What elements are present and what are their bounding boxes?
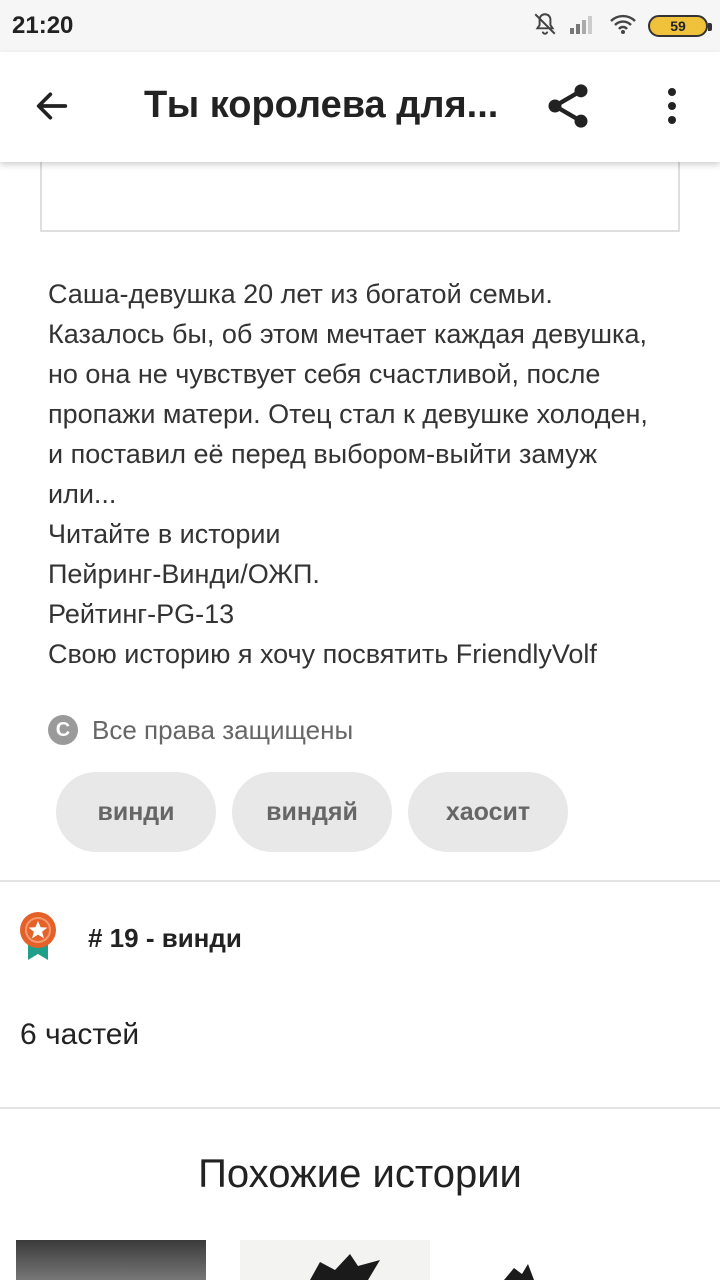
battery-icon: 59: [648, 15, 712, 37]
tag-list: винди виндяй хаосит: [56, 772, 568, 852]
tag-chip[interactable]: винди: [56, 772, 216, 852]
app-bar: Ты королева для...: [0, 52, 720, 162]
back-arrow-icon: [32, 86, 72, 131]
similar-story-cover[interactable]: [464, 1240, 654, 1280]
ranking-row[interactable]: # 19 - винди: [18, 910, 242, 967]
description-line: Читайте в истории: [48, 519, 281, 549]
description-line: или...: [48, 479, 117, 509]
copyright-icon: C: [48, 715, 78, 745]
story-description: Саша-девушка 20 лет из богатой семьи. Ка…: [48, 274, 688, 674]
page-title: Ты королева для...: [144, 84, 499, 126]
similar-stories-title: Похожие истории: [198, 1152, 522, 1196]
description-line: Саша-девушка 20 лет из богатой семьи.: [48, 279, 553, 309]
status-icons: 59: [532, 11, 712, 42]
cover-frame: [40, 150, 680, 232]
description-line: пропажи матери. Отец стал к девушке холо…: [48, 399, 648, 429]
copyright-notice: C Все права защищены: [48, 712, 353, 748]
share-icon: [542, 80, 594, 137]
similar-story-cover[interactable]: [240, 1240, 430, 1280]
divider: [0, 1107, 720, 1109]
description-line: Свою историю я хочу посвятить FriendlyVo…: [48, 639, 597, 669]
battery-level: 59: [670, 18, 686, 34]
signal-icon: [568, 12, 598, 41]
rank-medal-icon: [18, 910, 58, 967]
more-options-button[interactable]: [646, 78, 698, 138]
parts-count[interactable]: 6 частей: [20, 1018, 139, 1052]
description-line: Казалось бы, об этом мечтает каждая деву…: [48, 319, 647, 349]
status-time: 21:20: [12, 12, 74, 39]
mute-bell-icon: [532, 11, 558, 42]
description-line: но она не чувствует себя счастливой, пос…: [48, 359, 601, 389]
tag-chip[interactable]: хаосит: [408, 772, 568, 852]
rank-label: # 19 - винди: [88, 923, 242, 953]
wifi-icon: [608, 12, 638, 41]
copyright-label: Все права защищены: [92, 714, 354, 745]
back-button[interactable]: [22, 78, 82, 138]
similar-story-cover[interactable]: [16, 1240, 206, 1280]
divider: [0, 880, 720, 882]
description-line: Пейринг-Винди/ОЖП.: [48, 559, 320, 589]
more-vert-icon: [666, 86, 678, 131]
tag-chip[interactable]: виндяй: [232, 772, 392, 852]
status-bar: 21:20 59: [0, 0, 720, 52]
description-line: и поставил её перед выбором-выйти замуж: [48, 439, 598, 469]
share-button[interactable]: [536, 76, 600, 140]
description-line: Рейтинг-PG-13: [48, 599, 235, 629]
